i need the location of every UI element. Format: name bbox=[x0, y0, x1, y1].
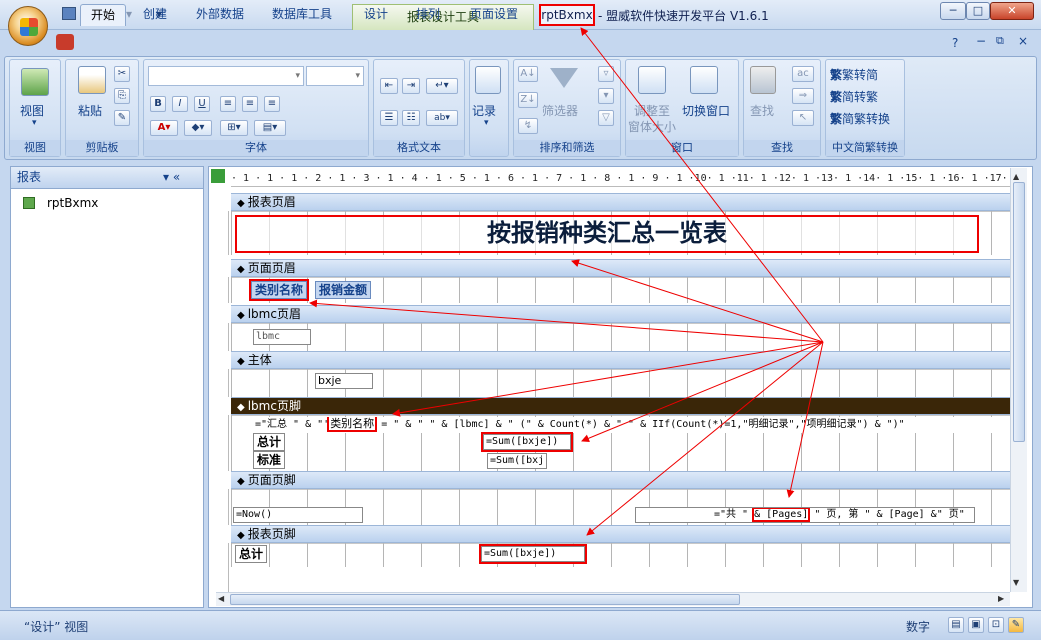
arrow-to-summary-category bbox=[392, 341, 824, 417]
view-print-preview-icon[interactable]: ▣ bbox=[968, 617, 984, 633]
arrow-to-title bbox=[571, 259, 824, 343]
status-bar: “设计” 视图 数字 ▤ ▣ ⊡ ✎ bbox=[0, 610, 1041, 640]
office-button[interactable] bbox=[8, 6, 48, 46]
arrow-to-report-sum bbox=[586, 341, 824, 536]
status-numlock-text: 数字 bbox=[906, 620, 931, 634]
status-view-text: “设计” 视图 bbox=[24, 620, 89, 634]
view-layout-icon[interactable]: ⊡ bbox=[988, 617, 1004, 633]
annotation-arrows bbox=[309, 27, 824, 536]
office-logo-icon bbox=[20, 18, 38, 36]
view-report-icon[interactable]: ▤ bbox=[948, 617, 964, 633]
arrow-to-category-label bbox=[309, 299, 824, 343]
view-design-icon[interactable]: ✎ bbox=[1008, 617, 1024, 633]
arrow-to-doc-name bbox=[580, 27, 824, 343]
arrow-to-group-sum bbox=[581, 341, 824, 443]
